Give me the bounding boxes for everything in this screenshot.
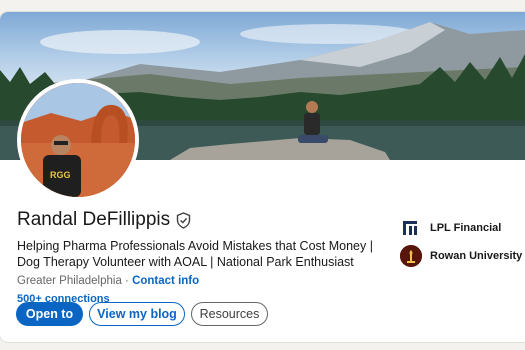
shield-check-icon[interactable] xyxy=(176,211,191,229)
location-text: Greater Philadelphia xyxy=(17,275,122,287)
svg-text:RGG: RGG xyxy=(50,170,71,180)
organization-name: LPL Financial xyxy=(430,222,502,234)
lpl-logo-icon xyxy=(400,219,422,237)
organization-lpl[interactable]: LPL Financial xyxy=(400,219,501,237)
location-separator: · xyxy=(121,275,133,287)
view-blog-button[interactable]: View my blog xyxy=(89,302,185,326)
profile-name-row: Randal DeFillippis xyxy=(17,209,191,231)
profile-name: Randal DeFillippis xyxy=(17,209,171,230)
profile-headline: Helping Pharma Professionals Avoid Mista… xyxy=(17,239,373,269)
location-row: Greater Philadelphia · Contact info xyxy=(17,275,199,287)
profile-avatar[interactable]: RGG xyxy=(17,79,139,201)
contact-info-link[interactable]: Contact info xyxy=(132,275,199,287)
resources-button[interactable]: Resources xyxy=(191,302,268,326)
rowan-logo-icon xyxy=(400,245,422,267)
organization-rowan[interactable]: Rowan University xyxy=(400,245,522,267)
profile-card: RGG Randal DeFillippis Helping Pharma Pr… xyxy=(0,12,525,342)
open-to-button[interactable]: Open to xyxy=(16,302,83,326)
organization-name: Rowan University xyxy=(430,250,523,262)
